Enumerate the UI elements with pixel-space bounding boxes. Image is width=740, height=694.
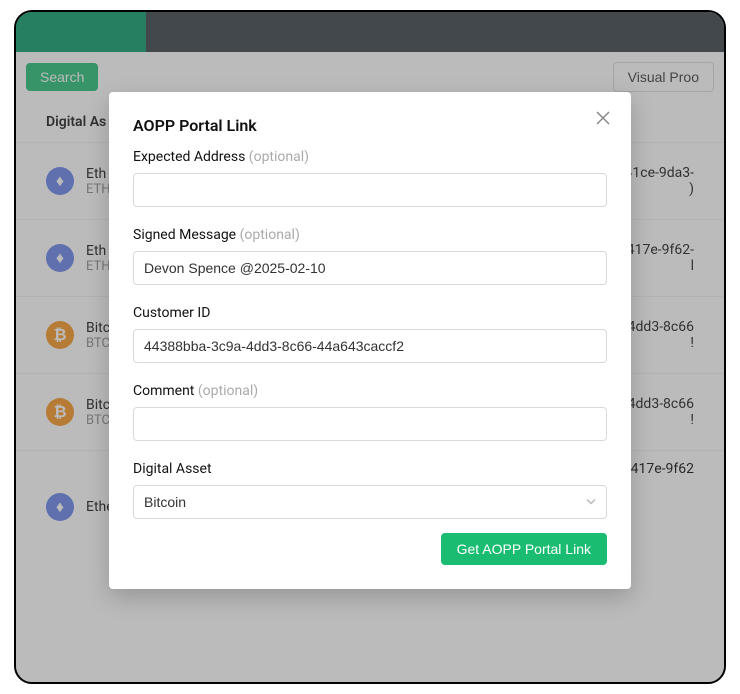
- modal-overlay[interactable]: AOPP Portal Link Expected Address (optio…: [16, 12, 724, 682]
- optional-hint: (optional): [198, 383, 258, 399]
- expected-address-input[interactable]: [133, 173, 607, 207]
- expected-address-label: Expected Address (optional): [133, 149, 607, 165]
- digital-asset-label: Digital Asset: [133, 461, 607, 477]
- comment-input[interactable]: [133, 407, 607, 441]
- signed-message-label: Signed Message (optional): [133, 227, 607, 243]
- label-text: Expected Address: [133, 149, 245, 165]
- customer-id-label: Customer ID: [133, 305, 607, 321]
- label-text: Comment: [133, 383, 194, 399]
- comment-label: Comment (optional): [133, 383, 607, 399]
- label-text: Customer ID: [133, 305, 210, 321]
- close-icon[interactable]: [595, 110, 613, 128]
- signed-message-input[interactable]: [133, 251, 607, 285]
- modal-title: AOPP Portal Link: [133, 116, 607, 135]
- optional-hint: (optional): [240, 227, 300, 243]
- customer-id-input[interactable]: [133, 329, 607, 363]
- aopp-portal-link-modal: AOPP Portal Link Expected Address (optio…: [109, 92, 631, 589]
- app-window: Search Visual Proo Digital As ♦ Eth ETH …: [14, 10, 726, 684]
- label-text: Signed Message: [133, 227, 236, 243]
- optional-hint: (optional): [249, 149, 309, 165]
- label-text: Digital Asset: [133, 461, 212, 477]
- get-aopp-portal-link-button[interactable]: Get AOPP Portal Link: [441, 533, 607, 565]
- digital-asset-select[interactable]: [133, 485, 607, 519]
